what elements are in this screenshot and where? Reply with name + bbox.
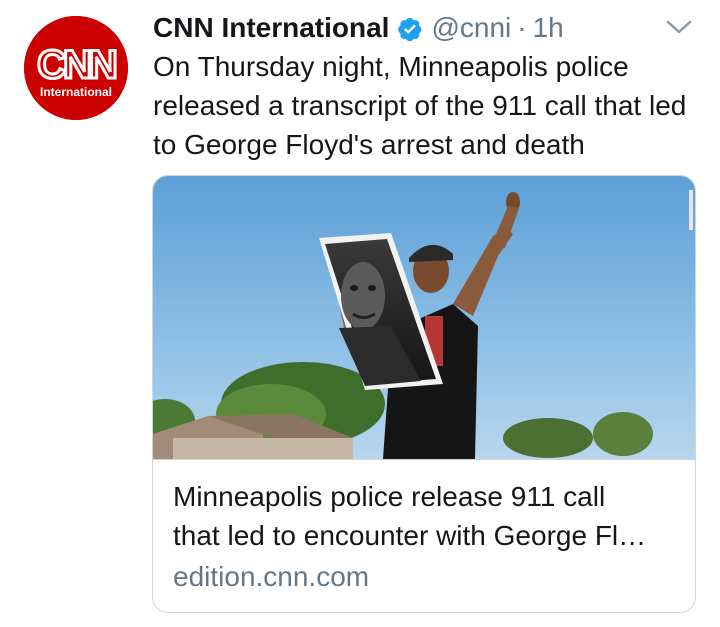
tweet-text: On Thursday night, Minneapolis police re… (153, 51, 687, 160)
more-options-button[interactable] (664, 16, 694, 38)
card-domain: edition.cnn.com (173, 561, 370, 592)
avatar[interactable]: CNN International (24, 16, 128, 120)
cnn-logo-icon: CNN International (24, 16, 128, 120)
timestamp[interactable]: 1h (533, 10, 564, 46)
card-image[interactable] (153, 176, 695, 460)
protest-photo (153, 176, 695, 459)
chevron-down-icon (666, 20, 692, 34)
user-handle[interactable]: @cnni (431, 10, 511, 46)
avatar-sub-text: International (40, 85, 112, 99)
separator-dot: · (517, 12, 527, 43)
link-card[interactable]: Minneapolis police release 911 call that… (152, 175, 696, 613)
card-title: Minneapolis police release 911 call that… (173, 481, 647, 551)
verified-badge-icon (397, 15, 423, 42)
tweet-header: CNN International @cnni · 1h (153, 10, 564, 46)
display-name[interactable]: CNN International (153, 10, 389, 46)
avatar-logo-text: CNN (37, 43, 116, 87)
